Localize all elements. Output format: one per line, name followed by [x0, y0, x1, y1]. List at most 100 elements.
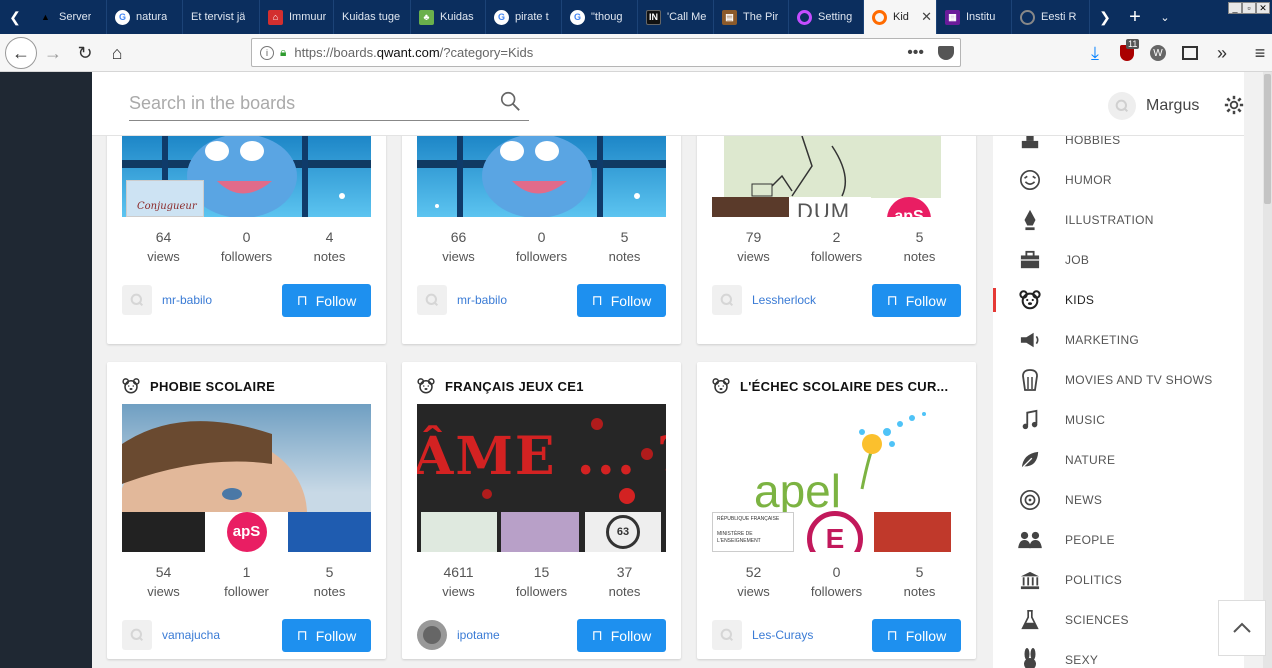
browser-tab[interactable]: Gnatura [107, 0, 183, 34]
follow-button[interactable]: ⊓ Follow [872, 284, 961, 317]
category-item-people[interactable]: PEOPLE [993, 520, 1244, 560]
extension-w-icon[interactable]: W [1143, 38, 1173, 68]
browser-tab[interactable]: ▤ The Pir [714, 0, 789, 34]
category-item-movies[interactable]: MOVIES AND TV SHOWS [993, 360, 1244, 400]
download-icon[interactable]: ⤓ [1080, 38, 1110, 68]
category-label: HUMOR [1065, 173, 1112, 187]
pocket-icon[interactable] [938, 45, 954, 60]
board-card[interactable]: 66 views 0 followers 5 notes mr-babilo ⊓ Fol… [402, 136, 681, 344]
browser-tab-active[interactable]: Kid ✕ [864, 0, 937, 34]
close-tab-icon[interactable]: ✕ [915, 9, 932, 25]
follow-icon: ⊓ [886, 627, 898, 643]
in-icon: IN [646, 9, 661, 25]
board-card[interactable]: FRANÇAIS JEUX CE1 ÂME ... ? 63 4611 views… [402, 362, 681, 659]
category-item-sexy[interactable]: SEXY [993, 640, 1244, 668]
category-item-sciences[interactable]: SCIENCES [993, 600, 1244, 640]
follow-button[interactable]: ⊓ Follow [577, 284, 666, 317]
category-item-illustration[interactable]: ILLUSTRATION [993, 200, 1244, 240]
board-card[interactable]: DUM apS 79 views 2 followers 5 notes Lesshe… [697, 136, 976, 344]
back-button[interactable]: ← [5, 37, 37, 69]
board-owner[interactable]: ipotame [417, 620, 500, 650]
minimize-window-button[interactable]: _ [1228, 2, 1242, 14]
category-item-kids[interactable]: KIDS [993, 280, 1244, 320]
followers-count: 0 [537, 229, 546, 245]
reload-button[interactable]: ↻ [70, 38, 100, 68]
news-icon [1017, 488, 1043, 512]
browser-tab[interactable]: G "thoug [562, 0, 638, 34]
url-prefix: https://boards. [294, 45, 377, 60]
sidebar-toggle-icon[interactable] [1175, 38, 1205, 68]
category-label: KIDS [1065, 293, 1095, 307]
board-stats: 4611 views 15 followers 37 notes [417, 562, 666, 602]
category-label: HOBBIES [1065, 136, 1121, 147]
followers-label: follower [224, 584, 269, 599]
board-owner[interactable]: mr-babilo [417, 285, 507, 315]
search-icon[interactable] [499, 90, 521, 112]
page-header: Margus [92, 72, 1272, 136]
views-label: views [147, 249, 180, 264]
gear-icon[interactable] [1224, 95, 1244, 115]
board-title[interactable]: FRANÇAIS JEUX CE1 [417, 376, 671, 396]
board-title[interactable]: PHOBIE SCOLAIRE [122, 376, 376, 396]
ohtuleht-icon: ⌂ [268, 9, 283, 25]
category-label: NEWS [1065, 493, 1103, 507]
views-count: 54 [155, 564, 172, 580]
browser-tab[interactable]: Kuidas tuge [334, 0, 411, 34]
browser-tab[interactable]: ♣ Kuidas [411, 0, 486, 34]
notes-label: notes [903, 584, 936, 599]
board-card[interactable]: PHOBIE SCOLAIRE apS 54 views 1 follower 5 n… [107, 362, 386, 659]
restore-window-button[interactable]: ▫ [1242, 2, 1256, 14]
category-item-marketing[interactable]: MARKETING [993, 320, 1244, 360]
browser-tab[interactable]: Et tervist jä [183, 0, 260, 34]
search-input[interactable] [129, 88, 489, 118]
overflow-menu-icon[interactable]: » [1207, 38, 1237, 68]
follow-button[interactable]: ⊓ Follow [872, 619, 961, 652]
browser-tab[interactable]: IN 'Call Me [638, 0, 714, 34]
category-item-news[interactable]: NEWS [993, 480, 1244, 520]
page-actions-icon[interactable]: ••• [907, 44, 924, 62]
info-icon[interactable]: i [260, 45, 274, 60]
board-owner[interactable]: Les-Curays [712, 620, 813, 650]
board-owner[interactable]: mr-babilo [122, 285, 212, 315]
follow-button[interactable]: ⊓ Follow [282, 284, 371, 317]
browser-tab[interactable]: ▲ Server [30, 0, 107, 34]
search-box [129, 88, 529, 121]
board-image-game: ÂME ... ? 63 [417, 404, 666, 552]
url-bar[interactable]: i 🔒︎ https://boards. qwant.com/?category=… [251, 38, 961, 67]
category-item-humor[interactable]: HUMOR [993, 160, 1244, 200]
follow-button[interactable]: ⊓ Follow [577, 619, 666, 652]
avatar [1108, 92, 1136, 120]
home-button[interactable]: ⌂ [102, 38, 132, 68]
new-tab-button[interactable]: + [1120, 0, 1150, 34]
browser-tab[interactable]: ⌂ Immuur [260, 0, 334, 34]
follow-button[interactable]: ⊓ Follow [282, 619, 371, 652]
category-item-job[interactable]: JOB [993, 240, 1244, 280]
browser-tab[interactable]: ▦ Institu [937, 0, 1012, 34]
scrollbar-thumb[interactable] [1264, 74, 1271, 204]
board-card[interactable]: L'ÉCHEC SCOLAIRE DES CUR... apel RÉPUBLI… [697, 362, 976, 659]
hamburger-menu-icon[interactable]: ≡ [1245, 38, 1272, 68]
category-item-music[interactable]: MUSIC [993, 400, 1244, 440]
user-menu[interactable]: Margus [1108, 92, 1199, 120]
tab-scroll-left-button[interactable]: ❮ [0, 0, 30, 34]
browser-tab[interactable]: Eesti R [1012, 0, 1090, 34]
follow-label: Follow [905, 627, 947, 644]
category-item-nature[interactable]: NATURE [993, 440, 1244, 480]
browser-tab[interactable]: Gpirate t [486, 0, 562, 34]
category-item-politics[interactable]: POLITICS [993, 560, 1244, 600]
views-count: 52 [745, 564, 762, 580]
board-owner[interactable]: Lessherlock [712, 285, 816, 315]
username: Margus [1146, 97, 1200, 114]
forward-button[interactable]: → [38, 38, 68, 68]
board-title[interactable]: L'ÉCHEC SCOLAIRE DES CUR... [712, 376, 966, 396]
category-item-hobbies[interactable]: HOBBIES [993, 136, 1244, 160]
image-label: RÉPUBLIQUE FRANÇAISE MINISTÈRE DE L'ENSEI… [712, 512, 794, 552]
board-owner[interactable]: vamajucha [122, 620, 220, 650]
tab-scroll-right-button[interactable]: ❯ [1090, 0, 1120, 34]
close-window-button[interactable]: ✕ [1256, 2, 1270, 14]
scroll-to-top-button[interactable] [1218, 600, 1266, 656]
tab-list-chevron-down-icon[interactable]: ⌄ [1150, 0, 1180, 34]
ublock-icon[interactable]: 11 [1112, 38, 1142, 68]
browser-tab[interactable]: Setting [789, 0, 864, 34]
board-card[interactable]: Conjugueur 64 views 0 followers 4 notes mr-… [107, 136, 386, 344]
